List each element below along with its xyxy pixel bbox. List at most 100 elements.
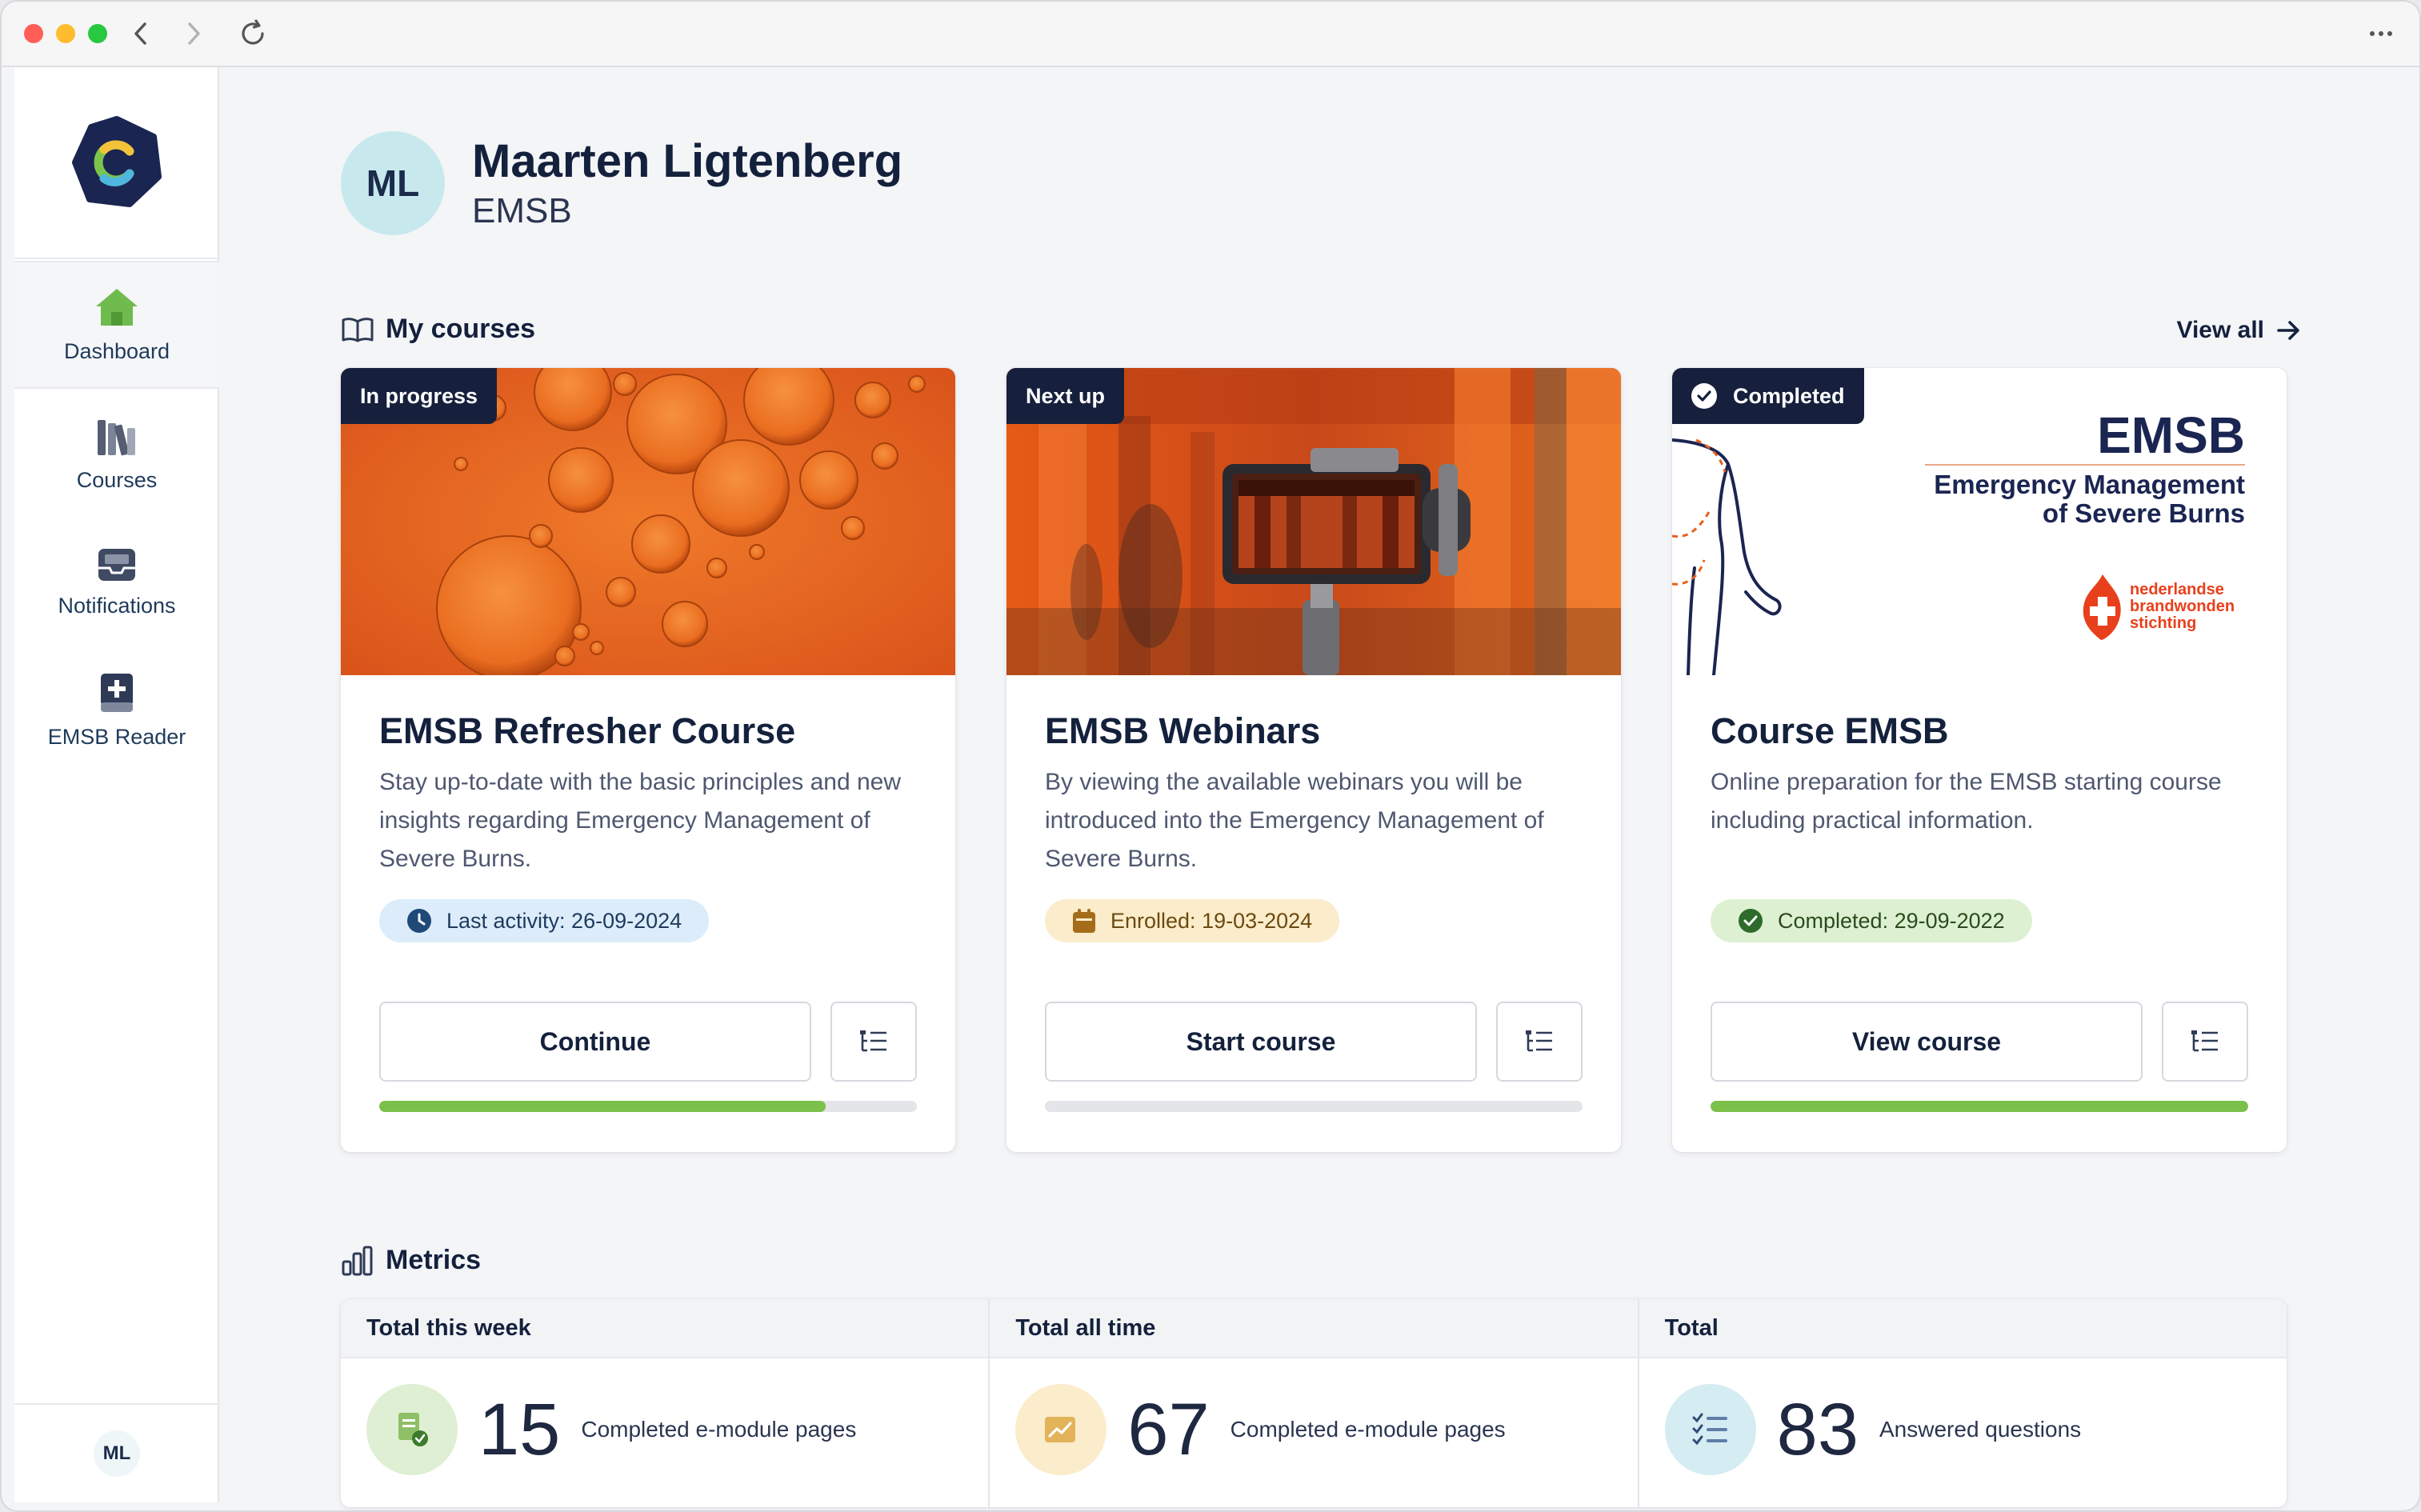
view-all-link[interactable]: View all bbox=[2176, 317, 2301, 344]
section-title: My courses bbox=[386, 314, 536, 344]
status-badge: In progress bbox=[341, 368, 498, 424]
profile-header: ML Maarten Ligtenberg EMSB bbox=[341, 131, 902, 235]
profile-name: Maarten Ligtenberg bbox=[472, 135, 903, 187]
profile-avatar: ML bbox=[341, 131, 445, 235]
list-tree-icon bbox=[2191, 1030, 2218, 1052]
reload-button[interactable] bbox=[235, 16, 270, 51]
title-bar bbox=[2, 2, 2419, 67]
course-image-gimbal: Next up bbox=[1006, 368, 1621, 675]
course-outline-button[interactable] bbox=[1496, 1002, 1583, 1082]
check-circle-icon bbox=[1739, 909, 1763, 933]
start-course-button[interactable]: Start course bbox=[1045, 1002, 1477, 1082]
sidebar-item-emsb-reader[interactable]: EMSB Reader bbox=[14, 646, 219, 774]
course-card: In progress EMSB Refresher Course Stay u… bbox=[341, 368, 955, 1152]
chart-trend-icon bbox=[1015, 1384, 1107, 1475]
sidebar: Dashboard Courses Notifications EMSB Rea… bbox=[14, 67, 219, 1502]
emsb-subtitle-1: Emergency Management bbox=[1934, 470, 2245, 499]
course-card: EMSB Emergency Management of Severe Burn… bbox=[1672, 368, 2287, 1152]
metrics-panel: Total this week 15 Completed e-module pa… bbox=[341, 1299, 2287, 1507]
course-description: Stay up-to-date with the basic principle… bbox=[379, 769, 902, 872]
my-courses-heading: My courses bbox=[341, 314, 535, 345]
metrics-heading: Metrics bbox=[341, 1245, 481, 1276]
sidebar-item-label: EMSB Reader bbox=[47, 724, 186, 749]
view-all-label: View all bbox=[2176, 317, 2264, 343]
progress-fill bbox=[379, 1101, 826, 1112]
bar-chart-icon bbox=[342, 1246, 373, 1275]
emsb-brand: EMSB bbox=[2097, 406, 2245, 464]
logo-icon bbox=[72, 116, 162, 207]
sidebar-footer: ML bbox=[14, 1403, 219, 1502]
close-window-button[interactable] bbox=[24, 24, 43, 43]
course-image-emsb-logo: EMSB Emergency Management of Severe Burn… bbox=[1672, 368, 2287, 675]
status-badge: Next up bbox=[1006, 368, 1125, 424]
books-icon bbox=[98, 419, 135, 455]
ellipsis-icon bbox=[2370, 31, 2392, 36]
course-image-bubbles: In progress bbox=[341, 368, 955, 675]
book-plus-icon bbox=[101, 673, 133, 712]
metric-total-this-week: Total this week 15 Completed e-module pa… bbox=[341, 1299, 990, 1507]
course-card: Next up EMSB Webinars By viewing the ava… bbox=[1006, 368, 1621, 1152]
last-activity-chip: Last activity: 26-09-2024 bbox=[379, 899, 710, 942]
forward-button[interactable] bbox=[176, 16, 211, 51]
metric-label: Completed e-module pages bbox=[581, 1417, 857, 1442]
enrolled-chip: Enrolled: 19-03-2024 bbox=[1045, 899, 1340, 942]
course-description: By viewing the available webinars you wi… bbox=[1045, 769, 1544, 872]
metric-total: Total 83 Answered questions bbox=[1639, 1299, 2287, 1507]
continue-button[interactable]: Continue bbox=[379, 1002, 811, 1082]
user-avatar[interactable]: ML bbox=[94, 1430, 140, 1477]
check-icon bbox=[1697, 390, 1711, 402]
chip-label: Last activity: 26-09-2024 bbox=[446, 908, 682, 933]
document-check-icon bbox=[366, 1384, 458, 1475]
arrow-right-icon bbox=[2277, 321, 2299, 340]
metric-header: Total bbox=[1639, 1299, 2287, 1358]
inbox-icon bbox=[98, 548, 135, 581]
sidebar-item-notifications[interactable]: Notifications bbox=[14, 518, 219, 646]
completed-chip: Completed: 29-09-2022 bbox=[1711, 899, 2032, 942]
metric-total-all-time: Total all time 67 Completed e-module pag… bbox=[990, 1299, 1639, 1507]
metric-header: Total this week bbox=[341, 1299, 989, 1358]
home-icon bbox=[96, 288, 138, 326]
list-tree-icon bbox=[860, 1030, 886, 1052]
chevron-right-icon bbox=[188, 22, 200, 45]
chevron-left-icon bbox=[134, 22, 146, 45]
browser-window: Dashboard Courses Notifications EMSB Rea… bbox=[0, 0, 2421, 1512]
list-tree-icon bbox=[1526, 1030, 1552, 1052]
course-progress-bar bbox=[1711, 1101, 2248, 1112]
app-logo[interactable] bbox=[14, 67, 219, 259]
view-course-button[interactable]: View course bbox=[1711, 1002, 2143, 1082]
course-description: Online preparation for the EMSB starting… bbox=[1711, 769, 2222, 834]
sidebar-item-dashboard[interactable]: Dashboard bbox=[14, 261, 219, 389]
course-outline-button[interactable] bbox=[830, 1002, 917, 1082]
minimize-window-button[interactable] bbox=[56, 24, 75, 43]
metric-value: 83 bbox=[1776, 1389, 1859, 1470]
metric-value: 15 bbox=[478, 1389, 561, 1470]
metric-label: Completed e-module pages bbox=[1230, 1417, 1506, 1442]
partner-line-1: nederlandse bbox=[2130, 581, 2224, 598]
status-badge: Completed bbox=[1672, 368, 1864, 424]
sidebar-item-label: Notifications bbox=[58, 593, 176, 618]
progress-fill bbox=[1711, 1101, 2248, 1112]
main-content: ML Maarten Ligtenberg EMSB My courses Vi… bbox=[219, 67, 2419, 1510]
emsb-subtitle-2: of Severe Burns bbox=[2042, 498, 2245, 528]
sidebar-item-courses[interactable]: Courses bbox=[14, 390, 219, 518]
open-book-icon bbox=[342, 317, 374, 342]
emsb-rule bbox=[1925, 464, 2245, 466]
more-options-button[interactable] bbox=[2363, 16, 2399, 51]
metric-header: Total all time bbox=[990, 1299, 1638, 1358]
course-progress-bar bbox=[1045, 1101, 1583, 1112]
reload-icon bbox=[242, 19, 264, 45]
course-title[interactable]: EMSB Refresher Course bbox=[379, 710, 795, 752]
zoom-window-button[interactable] bbox=[88, 24, 107, 43]
checklist-icon bbox=[1664, 1384, 1756, 1475]
back-button[interactable] bbox=[123, 16, 158, 51]
course-title[interactable]: Course EMSB bbox=[1711, 710, 1949, 752]
sidebar-item-label: Courses bbox=[76, 467, 158, 492]
burns-foundation-logo-icon bbox=[2083, 574, 2121, 640]
sidebar-item-label: Dashboard bbox=[63, 338, 170, 363]
clock-icon bbox=[407, 909, 431, 933]
course-title[interactable]: EMSB Webinars bbox=[1045, 710, 1320, 752]
partner-line-2: brandwonden bbox=[2130, 598, 2235, 615]
course-outline-button[interactable] bbox=[2162, 1002, 2248, 1082]
chip-label: Completed: 29-09-2022 bbox=[1778, 908, 2005, 933]
section-title: Metrics bbox=[386, 1245, 482, 1275]
